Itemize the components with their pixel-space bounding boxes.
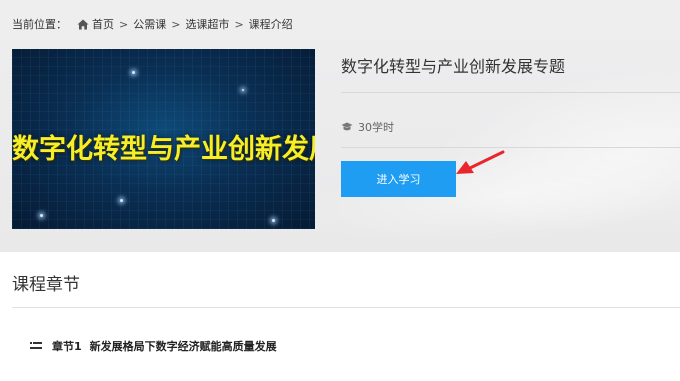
course-hours-value: 30学时 bbox=[358, 121, 394, 134]
breadcrumb-course-market[interactable]: 选课超市 bbox=[185, 16, 229, 32]
breadcrumb: 当前位置： 首页 > 公需课 > 选课超市 > 课程介绍 bbox=[12, 15, 293, 33]
cover-star bbox=[272, 219, 275, 222]
graduation-cap-icon bbox=[341, 122, 353, 131]
breadcrumb-separator: > bbox=[119, 17, 129, 31]
cover-star bbox=[120, 199, 123, 202]
divider bbox=[341, 147, 680, 148]
divider bbox=[12, 307, 680, 308]
list-icon bbox=[30, 342, 42, 349]
cover-star bbox=[40, 214, 43, 217]
chapters-section-title: 课程章节 bbox=[12, 275, 80, 295]
enter-study-button[interactable]: 进入学习 bbox=[341, 161, 456, 197]
red-arrow-icon bbox=[456, 150, 505, 174]
course-detail-page: 当前位置： 首页 > 公需课 > 选课超市 > 课程介绍 数字化转型与产业创新发… bbox=[0, 0, 680, 381]
breadcrumb-public-courses[interactable]: 公需课 bbox=[133, 16, 166, 32]
chapter-item[interactable]: 章节1 新发展格局下数字经济赋能高质量发展 bbox=[30, 338, 277, 354]
course-title: 数字化转型与产业创新发展专题 bbox=[341, 57, 566, 76]
chapter-number: 章节1 bbox=[52, 340, 82, 353]
breadcrumb-current: 课程介绍 bbox=[248, 18, 293, 31]
course-hours: 30学时 bbox=[341, 119, 394, 135]
home-icon bbox=[77, 19, 89, 29]
cover-title-text: 数字化转型与产业创新发展 bbox=[12, 134, 315, 165]
breadcrumb-prefix: 当前位置： bbox=[12, 18, 67, 31]
chapter-title: 新发展格局下数字经济赋能高质量发展 bbox=[89, 340, 277, 353]
cover-star bbox=[242, 89, 244, 91]
breadcrumb-separator: > bbox=[234, 17, 244, 31]
cover-star bbox=[132, 71, 135, 74]
breadcrumb-separator: > bbox=[171, 17, 181, 31]
breadcrumb-home[interactable]: 首页 bbox=[92, 16, 114, 32]
divider bbox=[341, 92, 680, 93]
course-cover-image[interactable]: 数字化转型与产业创新发展 bbox=[12, 49, 315, 229]
